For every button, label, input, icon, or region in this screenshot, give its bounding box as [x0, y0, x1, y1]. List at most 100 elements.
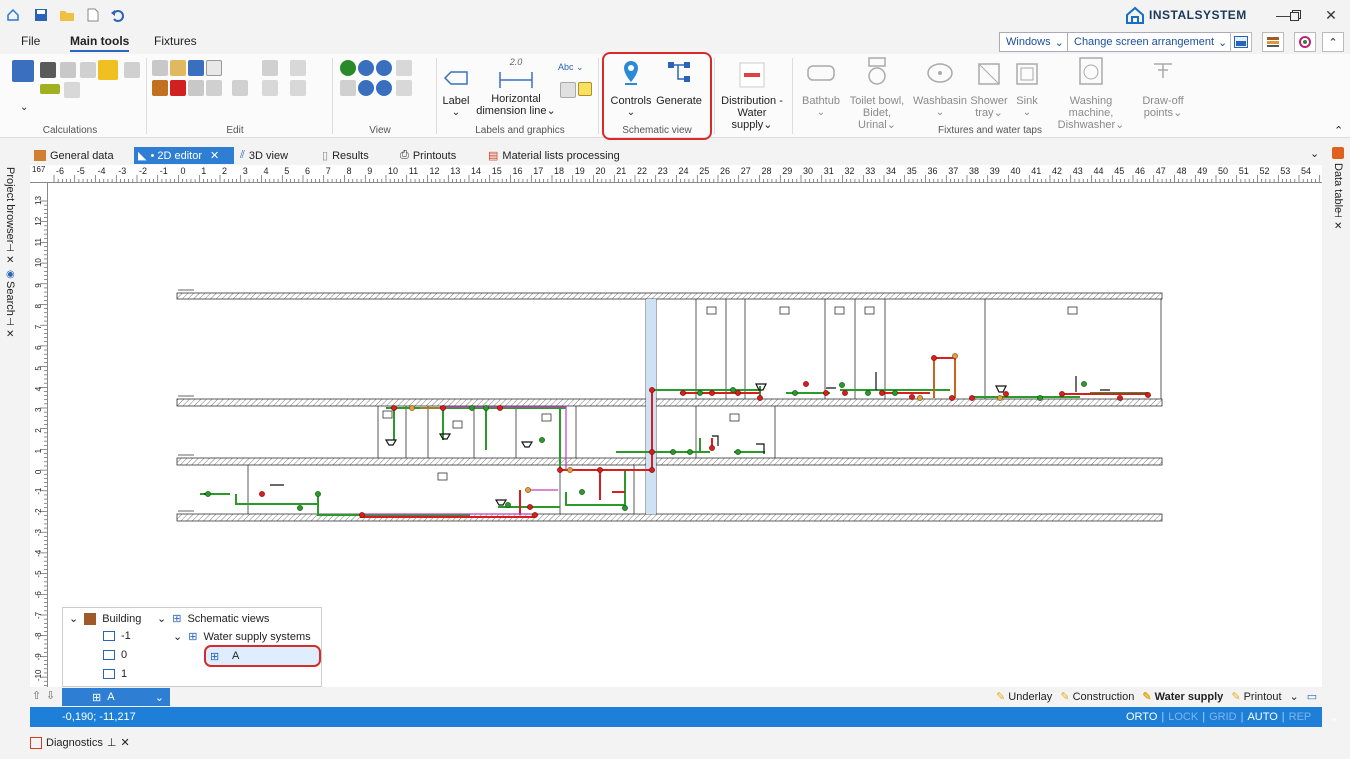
pan-icon[interactable] [340, 80, 356, 96]
tree-system-a[interactable]: ⊞ A [204, 645, 321, 667]
chevron-down-icon[interactable]: ⌄ [1310, 147, 1319, 160]
zoom-out-icon[interactable] [358, 60, 374, 76]
mirror-icon[interactable] [206, 80, 222, 96]
tab-general-data[interactable]: General data [30, 147, 118, 164]
collapse-ribbon-button[interactable]: ⌃ [1322, 32, 1344, 52]
close-icon[interactable]: ✕ [120, 736, 129, 749]
calc-settings-icon[interactable] [80, 62, 96, 78]
calc-options-icon[interactable] [60, 62, 76, 78]
tab-2d-editor[interactable]: ◣ • 2D editor ✕ [134, 147, 234, 164]
edit-undo-icon[interactable] [188, 60, 204, 76]
undo-icon[interactable] [108, 6, 126, 24]
vertical-ruler[interactable]: 131211109876543210-1-2-3-4-5-6-7-8-9-10-… [30, 183, 48, 688]
view-options-icon[interactable] [396, 80, 412, 96]
tree-floor-1[interactable]: 1 [103, 668, 127, 680]
open-folder-icon[interactable] [58, 6, 76, 24]
help-icon-button[interactable] [1294, 32, 1316, 52]
layer-settings-icon[interactable]: ▭ [1307, 690, 1317, 703]
lines-icon[interactable] [290, 60, 306, 76]
app-home-icon[interactable] [4, 6, 22, 24]
delete-icon[interactable] [170, 80, 186, 96]
close-icon[interactable]: ✕ [6, 255, 14, 266]
scroll-up-icon[interactable]: ⇧ [32, 689, 41, 702]
calc-table-icon[interactable] [40, 62, 56, 78]
scroll-down-icon[interactable]: ⇩ [46, 689, 55, 702]
new-file-icon[interactable] [84, 6, 102, 24]
label-button[interactable]: Label ⌄ [440, 62, 472, 119]
bathtub-button[interactable]: Bathtub ⌄ [798, 62, 844, 119]
rotate-icon[interactable] [262, 80, 278, 96]
draw-off-points-button[interactable]: Draw-off points⌄ [1138, 56, 1188, 119]
data-table-tab[interactable]: Data table [1332, 163, 1344, 213]
zoom-all-icon[interactable] [376, 80, 392, 96]
tree-schematic-views[interactable]: ⌄ ⊞ Schematic views [157, 612, 269, 626]
horizontal-ruler[interactable]: 167 -6 -5 -4 -3 -2 -1 0 1 2 3 4 5 6 7 8 9 10 11 12 13 14 15 16… [30, 165, 1322, 183]
close-window-button[interactable]: ✕ [1316, 5, 1346, 25]
calc-lines-icon[interactable] [40, 84, 60, 94]
save-icon[interactable] [32, 6, 50, 24]
flag-lock[interactable]: LOCK [1168, 711, 1198, 724]
note-icon[interactable] [578, 82, 592, 96]
project-browser-tab[interactable]: Project browser [4, 167, 16, 243]
align-icon[interactable] [232, 80, 248, 96]
chevron-up-icon[interactable]: ⌃ [1334, 124, 1343, 137]
horizontal-dimension-button[interactable]: 2.0 Horizontal dimension line⌄ [476, 56, 556, 117]
layer-water-supply[interactable]: ✎ Water supply [1142, 690, 1223, 703]
toilet-bowl-button[interactable]: Toilet bowl, Bidet, Urinal⌄ [844, 56, 910, 131]
pin-icon[interactable]: ⊥ [1334, 209, 1343, 220]
chevron-down-icon[interactable]: ⌄ [1290, 690, 1299, 703]
layer-underlay[interactable]: ✎ Underlay [996, 690, 1052, 703]
water-drop-icon[interactable] [98, 60, 118, 80]
calculate-icon[interactable] [12, 60, 34, 82]
flag-rep[interactable]: REP [1289, 711, 1312, 724]
washbasin-button[interactable]: Washbasin ⌄ [912, 62, 968, 119]
tab-3d-view[interactable]: ⫽ 3D view [236, 147, 292, 164]
move-icon[interactable] [188, 80, 204, 96]
washing-machine-button[interactable]: Washing machine, Dishwasher⌄ [1046, 56, 1136, 131]
search-tab[interactable]: Search [4, 281, 16, 316]
select-icon[interactable] [206, 60, 222, 76]
chevron-down-icon[interactable]: ⌄ [20, 102, 28, 113]
shower-tray-button[interactable]: Shower tray⌄ [968, 62, 1010, 119]
close-icon[interactable]: ✕ [6, 329, 14, 340]
flag-grid[interactable]: GRID [1209, 711, 1237, 724]
flag-orto[interactable]: ORTO [1126, 711, 1157, 724]
table-graphic-icon[interactable] [560, 82, 576, 98]
tree-floor-minus1[interactable]: -1 [103, 630, 131, 642]
close-tab-icon[interactable]: ✕ [210, 149, 219, 162]
screen-arrangement-dropdown[interactable]: Change screen arrangement ⌄ [1067, 32, 1235, 52]
pin-icon[interactable]: ⊥ [6, 317, 15, 328]
tab-file[interactable]: File [21, 34, 40, 48]
layout-icon-button[interactable] [1230, 32, 1252, 52]
distribution-water-supply-button[interactable]: Distribution - Water supply⌄ [716, 62, 788, 131]
chevron-down-icon[interactable]: ⌄ [1329, 711, 1338, 724]
tree-water-supply-systems[interactable]: ⌄ ⊞ Water supply systems [173, 630, 311, 644]
tab-main-tools[interactable]: Main tools [70, 34, 130, 52]
view-select[interactable]: ⊞ A ⌄ [62, 688, 170, 706]
zoom-previous-icon[interactable] [358, 80, 374, 96]
pin-icon[interactable]: ⊥ [6, 243, 15, 254]
sink-button[interactable]: Sink ⌄ [1012, 62, 1042, 119]
cut-icon[interactable] [152, 80, 168, 96]
layer-construction[interactable]: ✎ Construction [1060, 690, 1134, 703]
snap-icon[interactable] [262, 60, 278, 76]
zoom-extents-icon[interactable] [376, 60, 392, 76]
paste-icon[interactable] [170, 60, 186, 76]
windows-dropdown[interactable]: Windows ⌄ [999, 32, 1071, 52]
array-icon[interactable] [290, 80, 306, 96]
tree-floor-0[interactable]: 0 [103, 649, 127, 661]
tree-building[interactable]: ⌄ Building [69, 612, 141, 625]
restore-button[interactable] [1280, 5, 1310, 25]
calc-extra-icon[interactable] [124, 62, 140, 78]
flag-auto[interactable]: AUTO [1247, 711, 1277, 724]
tab-printouts[interactable]: ⎙ Printouts [396, 147, 460, 164]
copy-icon[interactable] [152, 60, 168, 76]
pin-icon[interactable]: ⊥ [107, 736, 117, 749]
layer-printout[interactable]: ✎ Printout [1231, 690, 1281, 703]
text-abc-button[interactable]: Abc ⌄ [558, 62, 584, 73]
zoom-window-icon[interactable] [396, 60, 412, 76]
close-icon[interactable]: ✕ [1334, 221, 1342, 232]
diagnostics-panel-tab[interactable]: Diagnostics ⊥ ✕ [30, 736, 130, 749]
tab-fixtures[interactable]: Fixtures [154, 34, 197, 48]
zoom-in-icon[interactable] [340, 60, 356, 76]
